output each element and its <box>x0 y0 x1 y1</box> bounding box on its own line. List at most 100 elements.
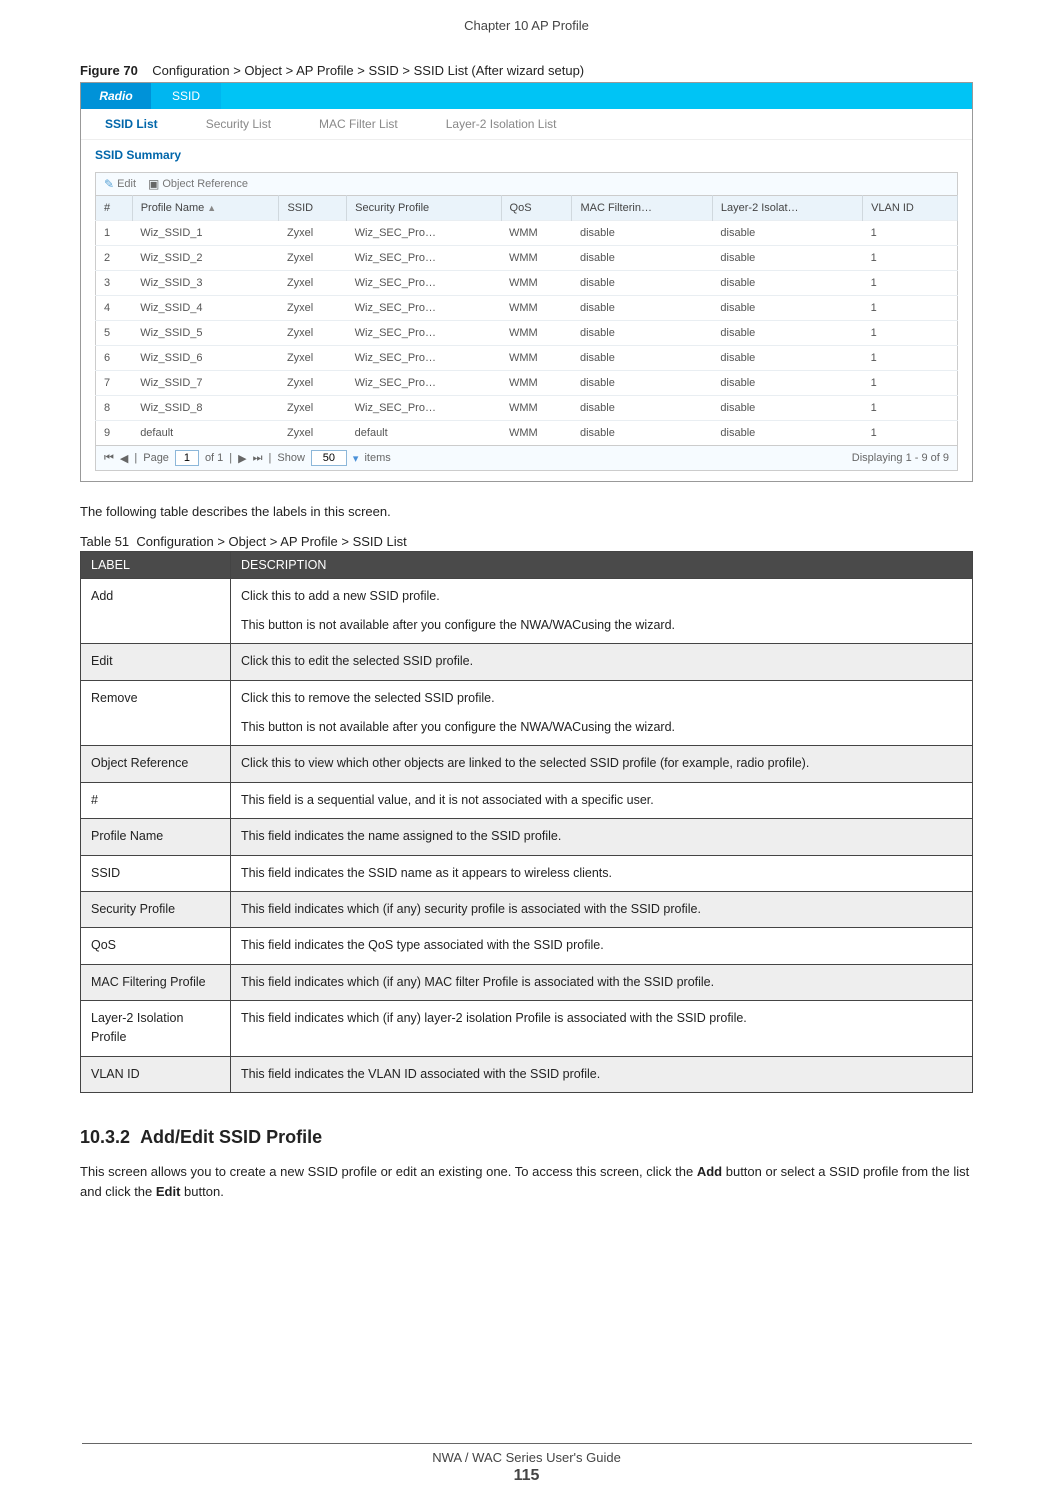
desc-label: QoS <box>81 928 231 964</box>
col-vlan-id[interactable]: VLAN ID <box>863 196 958 221</box>
col-profile-name[interactable]: Profile Name▲ <box>132 196 279 221</box>
table-row[interactable]: 2Wiz_SSID_2ZyxelWiz_SEC_Pro…WMMdisabledi… <box>96 246 958 271</box>
table51-caption: Table 51 Configuration > Object > AP Pro… <box>80 534 973 549</box>
top-tabs: Radio SSID <box>81 83 972 109</box>
table-row[interactable]: 3Wiz_SSID_3ZyxelWiz_SEC_Pro…WMMdisabledi… <box>96 271 958 296</box>
edit-label: Edit <box>117 178 136 190</box>
desc-row: Object ReferenceClick this to view which… <box>81 746 973 782</box>
grid-cell: Wiz_SEC_Pro… <box>347 321 501 346</box>
tab-bar-rest <box>221 83 972 109</box>
ssid-grid: # Profile Name▲ SSID Security Profile Qo… <box>95 195 958 446</box>
desc-text: This field indicates the VLAN ID associa… <box>231 1056 973 1092</box>
grid-cell: 1 <box>96 221 133 246</box>
desc-label: Layer-2 Isolation Profile <box>81 1001 231 1057</box>
pager-next-icon[interactable]: ▶ <box>238 452 246 465</box>
grid-cell: disable <box>572 246 712 271</box>
pager-last-icon[interactable]: ⏭ <box>253 452 263 465</box>
grid-cell: disable <box>712 271 862 296</box>
sort-asc-icon: ▲ <box>207 203 216 213</box>
grid-cell: disable <box>572 346 712 371</box>
grid-cell: Wiz_SSID_8 <box>132 396 279 421</box>
desc-text: This field indicates which (if any) MAC … <box>231 964 973 1000</box>
tab-ssid[interactable]: SSID <box>151 83 221 109</box>
desc-text: Click this to add a new SSID profile.Thi… <box>231 578 973 644</box>
desc-row: QoSThis field indicates the QoS type ass… <box>81 928 973 964</box>
tab-radio[interactable]: Radio <box>81 83 151 109</box>
grid-cell: 5 <box>96 321 133 346</box>
grid-cell: 8 <box>96 396 133 421</box>
grid-header-row: # Profile Name▲ SSID Security Profile Qo… <box>96 196 958 221</box>
pager-prev-icon[interactable]: ◀ <box>120 452 128 465</box>
desc-text: This field indicates the name assigned t… <box>231 819 973 855</box>
grid-cell: WMM <box>501 321 572 346</box>
screenshot: Radio SSID SSID List Security List MAC F… <box>80 82 973 482</box>
col-qos[interactable]: QoS <box>501 196 572 221</box>
desc-row: Security ProfileThis field indicates whi… <box>81 891 973 927</box>
sub-tabs: SSID List Security List MAC Filter List … <box>81 109 972 140</box>
object-reference-button[interactable]: ▣ Object Reference <box>148 177 248 191</box>
col-num[interactable]: # <box>96 196 133 221</box>
grid-cell: Zyxel <box>279 396 347 421</box>
col-layer2-isolation[interactable]: Layer-2 Isolat… <box>712 196 862 221</box>
grid-cell: disable <box>572 421 712 446</box>
grid-cell: Wiz_SEC_Pro… <box>347 396 501 421</box>
grid-cell: WMM <box>501 396 572 421</box>
pager-items-label: items <box>364 452 390 464</box>
col-mac-filtering[interactable]: MAC Filterin… <box>572 196 712 221</box>
desc-row: EditClick this to edit the selected SSID… <box>81 644 973 680</box>
desc-row: Layer-2 Isolation ProfileThis field indi… <box>81 1001 973 1057</box>
grid-cell: disable <box>712 246 862 271</box>
table-row[interactable]: 1Wiz_SSID_1ZyxelWiz_SEC_Pro…WMMdisabledi… <box>96 221 958 246</box>
grid-cell: default <box>347 421 501 446</box>
table-row[interactable]: 7Wiz_SSID_7ZyxelWiz_SEC_Pro…WMMdisabledi… <box>96 371 958 396</box>
figure-caption: Figure 70 Configuration > Object > AP Pr… <box>80 63 973 78</box>
grid-cell: WMM <box>501 296 572 321</box>
grid-cell: Zyxel <box>279 296 347 321</box>
grid-cell: 7 <box>96 371 133 396</box>
desc-label: Profile Name <box>81 819 231 855</box>
desc-label: MAC Filtering Profile <box>81 964 231 1000</box>
desc-row: SSIDThis field indicates the SSID name a… <box>81 855 973 891</box>
desc-text: This field indicates the SSID name as it… <box>231 855 973 891</box>
grid-cell: Wiz_SSID_7 <box>132 371 279 396</box>
grid-cell: 3 <box>96 271 133 296</box>
grid-cell: Wiz_SSID_5 <box>132 321 279 346</box>
pager-page-input[interactable] <box>175 450 199 466</box>
footer-page-number: 115 <box>0 1467 1053 1485</box>
subtab-mac-filter-list[interactable]: MAC Filter List <box>295 109 422 139</box>
grid-cell: 1 <box>863 296 958 321</box>
subtab-security-list[interactable]: Security List <box>182 109 295 139</box>
grid-cell: WMM <box>501 221 572 246</box>
chevron-down-icon[interactable]: ▾ <box>353 452 359 465</box>
object-reference-label: Object Reference <box>162 178 248 190</box>
table-row[interactable]: 5Wiz_SSID_5ZyxelWiz_SEC_Pro…WMMdisabledi… <box>96 321 958 346</box>
grid-cell: disable <box>712 296 862 321</box>
grid-cell: 6 <box>96 346 133 371</box>
footer-guide-title: NWA / WAC Series User's Guide <box>0 1450 1053 1465</box>
grid-cell: Wiz_SEC_Pro… <box>347 271 501 296</box>
pager-first-icon[interactable]: ⏮ <box>104 452 114 465</box>
grid-cell: disable <box>572 271 712 296</box>
col-ssid[interactable]: SSID <box>279 196 347 221</box>
grid-cell: Wiz_SEC_Pro… <box>347 246 501 271</box>
desc-label: Edit <box>81 644 231 680</box>
subtab-layer2-isolation-list[interactable]: Layer-2 Isolation List <box>422 109 581 139</box>
figure-caption-text: Configuration > Object > AP Profile > SS… <box>152 63 584 78</box>
table-row[interactable]: 4Wiz_SSID_4ZyxelWiz_SEC_Pro…WMMdisabledi… <box>96 296 958 321</box>
pager-show-select[interactable] <box>311 450 347 466</box>
table-row[interactable]: 6Wiz_SSID_6ZyxelWiz_SEC_Pro…WMMdisabledi… <box>96 346 958 371</box>
page-footer: NWA / WAC Series User's Guide 115 <box>0 1443 1053 1485</box>
th-description: DESCRIPTION <box>231 551 973 578</box>
edit-button[interactable]: ✎ Edit <box>104 177 136 191</box>
table-row[interactable]: 8Wiz_SSID_8ZyxelWiz_SEC_Pro…WMMdisabledi… <box>96 396 958 421</box>
grid-cell: 1 <box>863 246 958 271</box>
desc-row: MAC Filtering ProfileThis field indicate… <box>81 964 973 1000</box>
desc-text: This field indicates which (if any) laye… <box>231 1001 973 1057</box>
desc-text: Click this to remove the selected SSID p… <box>231 680 973 746</box>
table-row[interactable]: 9defaultZyxeldefaultWMMdisabledisable1 <box>96 421 958 446</box>
subtab-ssid-list[interactable]: SSID List <box>81 109 182 139</box>
th-label: LABEL <box>81 551 231 578</box>
col-security-profile[interactable]: Security Profile <box>347 196 501 221</box>
grid-cell: 1 <box>863 271 958 296</box>
table51: LABEL DESCRIPTION AddClick this to add a… <box>80 551 973 1094</box>
